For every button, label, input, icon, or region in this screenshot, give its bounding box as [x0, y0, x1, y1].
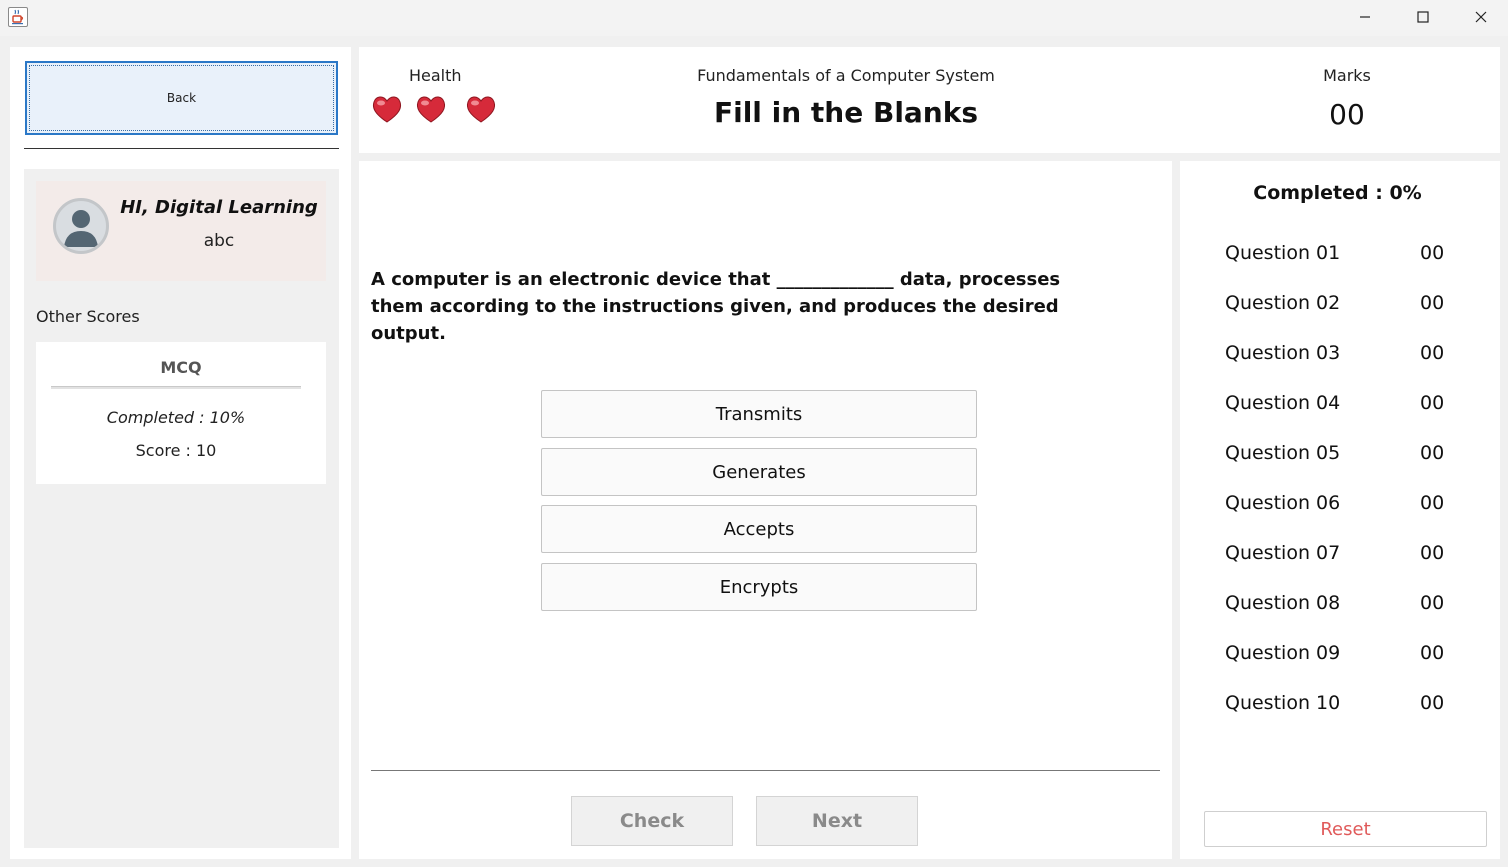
question-label: Question 05	[1225, 442, 1341, 464]
question-score: 00	[1420, 292, 1445, 314]
question-score: 00	[1420, 242, 1445, 264]
question-score: 00	[1420, 642, 1445, 664]
marks-label: Marks	[1323, 66, 1371, 85]
question-label: Question 02	[1225, 292, 1341, 314]
divider	[51, 386, 301, 389]
option-button[interactable]: Transmits	[541, 390, 977, 438]
divider	[371, 770, 1160, 771]
question-score-row: Question 09 00	[1225, 642, 1465, 668]
score-card: MCQ Completed : 10% Score : 10	[36, 342, 326, 484]
back-button[interactable]: Back	[25, 61, 338, 135]
question-score-row: Question 10 00	[1225, 692, 1465, 718]
score-card-score: Score : 10	[135, 441, 217, 460]
window-title-bar	[0, 0, 1508, 36]
left-panel: Back HI, Digital Learning abc Other Scor…	[10, 47, 351, 859]
check-button[interactable]: Check	[571, 796, 733, 846]
question-score-row: Question 04 00	[1225, 392, 1465, 418]
maximize-button[interactable]	[1394, 0, 1452, 34]
maximize-icon	[1417, 11, 1429, 23]
question-text: A computer is an electronic device that …	[371, 269, 1061, 344]
divider	[24, 148, 339, 149]
question-score-row: Question 08 00	[1225, 592, 1465, 618]
question-score: 00	[1420, 392, 1445, 414]
question-label: Question 08	[1225, 592, 1341, 614]
score-card-title: MCQ	[160, 358, 202, 377]
page-title: Fill in the Blanks	[713, 96, 979, 129]
completed-label: Completed : 0%	[1253, 182, 1422, 204]
minimize-button[interactable]	[1336, 0, 1394, 34]
option-button[interactable]: Encrypts	[541, 563, 977, 611]
question-score: 00	[1420, 342, 1445, 364]
user-avatar-icon	[53, 198, 109, 254]
marks-value: 00	[1329, 98, 1365, 131]
quiz-header: Health Fundamentals of a Computer System…	[359, 47, 1500, 153]
question-label: Question 09	[1225, 642, 1341, 664]
question-panel: A computer is an electronic device that …	[359, 161, 1172, 859]
subject-title: Fundamentals of a Computer System	[697, 66, 995, 85]
question-label: Question 07	[1225, 542, 1341, 564]
question-score-row: Question 06 00	[1225, 492, 1465, 518]
next-button[interactable]: Next	[756, 796, 918, 846]
question-score-row: Question 02 00	[1225, 292, 1465, 318]
option-button[interactable]: Generates	[541, 448, 977, 496]
question-score: 00	[1420, 592, 1445, 614]
question-score: 00	[1420, 492, 1445, 514]
question-label: Question 03	[1225, 342, 1341, 364]
question-label: Question 06	[1225, 492, 1341, 514]
reset-button[interactable]: Reset	[1204, 811, 1487, 847]
greeting-text: HI, Digital Learning	[120, 197, 318, 218]
close-button[interactable]	[1452, 0, 1508, 34]
question-score: 00	[1420, 692, 1445, 714]
other-scores-heading: Other Scores	[36, 307, 140, 326]
profile-card: HI, Digital Learning abc	[36, 181, 326, 281]
question-score-row: Question 01 00	[1225, 242, 1465, 268]
progress-panel: Completed : 0% Question 01 00 Question 02…	[1180, 161, 1500, 859]
question-score-row: Question 05 00	[1225, 442, 1465, 468]
username-text: abc	[203, 231, 235, 251]
minimize-icon	[1360, 16, 1370, 18]
question-label: Question 04	[1225, 392, 1341, 414]
question-score-row: Question 07 00	[1225, 542, 1465, 568]
question-score: 00	[1420, 442, 1445, 464]
option-button[interactable]: Accepts	[541, 505, 977, 553]
score-card-completed: Completed : 10%	[106, 408, 246, 427]
close-icon	[1475, 11, 1487, 23]
question-score: 00	[1420, 542, 1445, 564]
question-label: Question 01	[1225, 242, 1341, 264]
question-score-row: Question 03 00	[1225, 342, 1465, 368]
java-cup-icon[interactable]	[8, 7, 28, 27]
question-label: Question 10	[1225, 692, 1341, 714]
sidebar-content: HI, Digital Learning abc Other Scores MC…	[24, 169, 339, 848]
